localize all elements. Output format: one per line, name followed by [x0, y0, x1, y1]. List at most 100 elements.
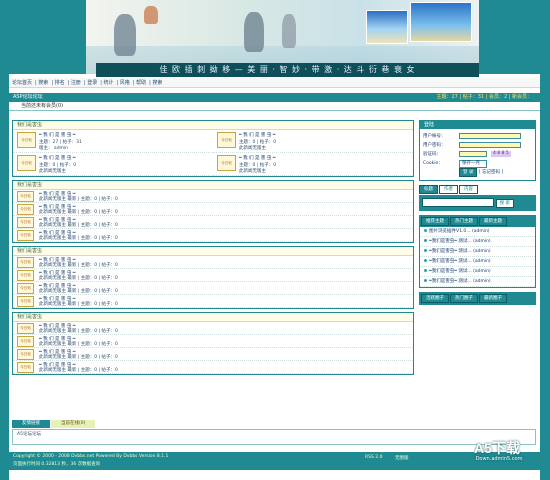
topic-item[interactable]: 图片浏览插件V1.0... (admin)	[420, 227, 535, 237]
search-input[interactable]	[422, 198, 494, 207]
search-tab-author[interactable]: 作者	[439, 185, 458, 194]
cookie-select[interactable]: 保存一月	[459, 160, 487, 168]
forum-title[interactable]: ═ 我 们 是 害 虫 ═	[239, 132, 276, 138]
forum-row[interactable]: 今日帖 ═ 我 们 是 害 虫 ═ 此新闻无版主 最新 | 主题：0 | 帖子：0	[13, 361, 413, 374]
sidebar: 登陆 用户帐号： 用户密码： 验证码： 4 8 8 5 Cookie： 保存一月 登…	[419, 120, 536, 305]
forum-row[interactable]: 今日帖 ═ 我 们 是 害 虫 ═ 此新闻无版主 最新 | 主题：0 | 帖子：0	[13, 190, 413, 203]
forum-icon: 今日帖	[17, 323, 34, 334]
nav-item[interactable]: 统计	[103, 80, 113, 86]
watermark-url: Down.admin5.com	[475, 456, 523, 462]
banner-figure	[244, 12, 264, 52]
password-input[interactable]	[459, 142, 521, 148]
forum-title[interactable]: ═ 我 们 是 害 虫 ═	[39, 155, 76, 161]
topic-item[interactable]: ═我们是害虫═ 测试... (admin)	[420, 257, 535, 267]
forum-icon: 今日帖	[17, 283, 34, 294]
text-version-link[interactable]: 无图版	[395, 455, 409, 461]
topic-item[interactable]: ═我们是害虫═ 测试... (admin)	[420, 237, 535, 247]
tab-recommended[interactable]: 推荐主题	[421, 217, 449, 226]
bullet-icon	[424, 239, 427, 242]
tab-active-circles[interactable]: 活跃圈子	[421, 294, 449, 303]
tab-latest[interactable]: 最新主题	[479, 217, 507, 226]
rss-link[interactable]: RSS 2.0	[365, 455, 382, 460]
forum-moderator: 版主： admin	[39, 146, 69, 151]
nav-item[interactable]: 搜索	[152, 80, 162, 86]
forum-row[interactable]: 今日帖 ═ 我 们 是 害 虫 ═ 此新闻无版主 最新 | 主题：0 | 帖子：0	[13, 322, 413, 335]
forum-cell[interactable]: 今日帖 ═ 我 们 是 害 虫 ═ 主题：0 | 帖子：0 此新闻无版主	[13, 153, 213, 176]
tab-hot[interactable]: 热门主题	[450, 217, 478, 226]
forum-section: 我们是害虫 今日帖 ═ 我 们 是 害 虫 ═ 此新闻无版主 最新 | 主题：0 |…	[12, 180, 414, 243]
nav-item[interactable]: 排名	[55, 80, 65, 86]
forum-cell[interactable]: 今日帖 ═ 我 们 是 害 虫 ═ 主题：0 | 帖子：0 此新闻无版主	[213, 130, 413, 153]
forum-icon: 今日帖	[17, 155, 36, 171]
forum-moderator: 此新闻无版主	[239, 146, 266, 151]
nav-item[interactable]: 风格	[120, 80, 130, 86]
section-title[interactable]: 我们是害虫	[13, 247, 413, 256]
section-title[interactable]: 我们是害虫	[13, 313, 413, 322]
tab-hot-circles[interactable]: 热门圈子	[450, 294, 478, 303]
tab-friend-links[interactable]: 友情链接	[12, 420, 50, 428]
forum-moderator: 此新闻无版主	[39, 169, 66, 174]
login-box: 登陆 用户帐号： 用户密码： 验证码： 4 8 8 5 Cookie： 保存一月 登…	[419, 120, 536, 181]
forum-row[interactable]: 今日帖 ═ 我 们 是 害 虫 ═ 此新闻无版主 最新 | 主题：0 | 帖子：0	[13, 348, 413, 361]
forum-meta: 此新闻无版主 最新 | 主题：0 | 帖子：0	[39, 223, 118, 228]
forum-icon: 今日帖	[217, 155, 236, 171]
login-button[interactable]: 登 录	[459, 168, 478, 177]
watermark-logo: A5下载	[474, 440, 520, 456]
nav-item[interactable]: 论坛首页	[12, 80, 32, 86]
forum-row[interactable]: 今日帖 ═ 我 们 是 害 虫 ═ 此新闻无版主 最新 | 主题：0 | 帖子：0	[13, 203, 413, 216]
forum-title[interactable]: ═ 我 们 是 害 虫 ═	[39, 132, 76, 138]
captcha-input[interactable]	[459, 151, 487, 157]
search-tab-title[interactable]: 标题	[419, 185, 438, 194]
topic-item[interactable]: ═我们是害虫═ 测试... (admin)	[420, 267, 535, 277]
tab-new-circles[interactable]: 最新圈子	[479, 294, 507, 303]
forum-title[interactable]: ═ 我 们 是 害 虫 ═	[239, 155, 276, 161]
forum-row[interactable]: 今日帖 ═ 我 们 是 害 虫 ═ 此新闻无版主 最新 | 主题：0 | 帖子：0	[13, 269, 413, 282]
tab-online-users[interactable]: 当前在线(0)	[51, 420, 96, 428]
forum-meta: 此新闻无版主 最新 | 主题：0 | 帖子：0	[39, 276, 118, 281]
forum-row[interactable]: 今日帖 ═ 我 们 是 害 虫 ═ 此新闻无版主 最新 | 主题：0 | 帖子：0	[13, 229, 413, 242]
forum-row[interactable]: 今日帖 ═ 我 们 是 害 虫 ═ 此新闻无版主 最新 | 主题：0 | 帖子：0	[13, 256, 413, 269]
search-button[interactable]: 搜 索	[495, 199, 515, 208]
circle-list: 活跃圈子 热门圈子 最新圈子	[419, 292, 536, 305]
info-text: A5论坛论坛	[17, 432, 41, 437]
forum-meta: 此新闻无版主 最新 | 主题：0 | 帖子：0	[39, 368, 118, 373]
search-tab-content[interactable]: 内容	[459, 185, 478, 194]
section-title[interactable]: 我们是害虫	[13, 181, 413, 190]
page: 佳 欧 插 刺 拗 移 — 美 丽 · 智 妙 · 带 激 · 达 斗 衍 巷 …	[9, 0, 540, 480]
forum-title[interactable]: ASP论坛论坛	[13, 94, 43, 100]
nav-item[interactable]: 搜索	[38, 80, 48, 86]
forum-section: 我们是害虫 今日帖 ═ 我 们 是 害 虫 ═ 此新闻无版主 最新 | 主题：0 |…	[12, 246, 414, 309]
footer: Copyright © 2000 - 2008 Dvbbs.net Powere…	[9, 452, 540, 470]
forum-section: 我们是害虫 今日帖 ═ 我 们 是 害 虫 ═ 此新闻无版主 最新 | 主题：0 |…	[12, 312, 414, 375]
cookie-label: Cookie：	[423, 161, 443, 166]
forum-icon: 今日帖	[17, 217, 34, 228]
forum-row[interactable]: 今日帖 ═ 我 们 是 害 虫 ═ 此新闻无版主 最新 | 主题：0 | 帖子：0	[13, 295, 413, 308]
online-bar: 当前还未有会员(0)	[9, 102, 540, 111]
forum-list: 我们是害虫 今日帖 ═ 我 们 是 害 虫 ═ 主题：27 | 帖子：31 版主…	[12, 120, 414, 378]
banner-photo	[366, 10, 408, 44]
forum-icon: 今日帖	[217, 132, 236, 148]
username-input[interactable]	[459, 133, 521, 139]
topic-item[interactable]: ═我们是害虫═ 测试... (admin)	[420, 247, 535, 257]
forum-icon: 今日帖	[17, 362, 34, 373]
forum-cell[interactable]: 今日帖 ═ 我 们 是 害 虫 ═ 主题：0 | 帖子：0 此新闻无版主	[213, 153, 413, 176]
nav-item[interactable]: 注册	[71, 80, 81, 86]
forum-icon: 今日帖	[17, 349, 34, 360]
forgot-password-link[interactable]: [ 忘记密码 ]	[479, 170, 503, 175]
forum-row[interactable]: 今日帖 ═ 我 们 是 害 虫 ═ 此新闻无版主 最新 | 主题：0 | 帖子：0	[13, 335, 413, 348]
section-title[interactable]: 我们是害虫	[13, 121, 413, 130]
login-title: 登陆	[424, 122, 435, 128]
forum-meta: 此新闻无版主 最新 | 主题：0 | 帖子：0	[39, 329, 118, 334]
forum-row[interactable]: 今日帖 ═ 我 们 是 害 虫 ═ 此新闻无版主 最新 | 主题：0 | 帖子：0	[13, 216, 413, 229]
forum-cell[interactable]: 今日帖 ═ 我 们 是 害 虫 ═ 主题：27 | 帖子：31 版主： admi…	[13, 130, 213, 153]
forum-row[interactable]: 今日帖 ═ 我 们 是 害 虫 ═ 此新闻无版主 最新 | 主题：0 | 帖子：0	[13, 282, 413, 295]
forum-bar: ASP论坛论坛 主题：27 | 帖子：31 | 会员：2 | 新会员：	[9, 93, 540, 102]
banner-figure	[144, 6, 158, 24]
bullet-icon	[424, 269, 427, 272]
nav-item[interactable]: 登录	[87, 80, 97, 86]
topic-item[interactable]: ═我们是害虫═ 测试... (admin)	[420, 277, 535, 287]
nav-item[interactable]: 帮助	[136, 80, 146, 86]
forum-meta: 此新闻无版主 最新 | 主题：0 | 帖子：0	[39, 210, 118, 215]
forum-icon: 今日帖	[17, 191, 34, 202]
forum-meta: 此新闻无版主 最新 | 主题：0 | 帖子：0	[39, 289, 118, 294]
